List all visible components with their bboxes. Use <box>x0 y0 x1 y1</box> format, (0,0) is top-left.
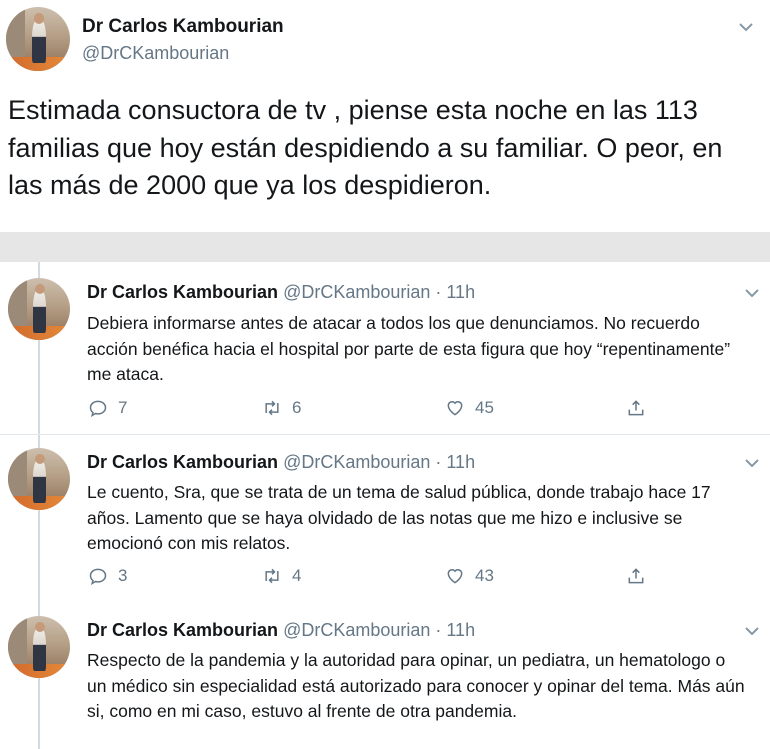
chevron-down-icon[interactable] <box>744 458 760 468</box>
handle-time[interactable]: @DrCKambourian · 11h <box>283 620 475 640</box>
handle-time[interactable]: @DrCKambourian · 11h <box>283 452 475 472</box>
chevron-down-icon[interactable] <box>738 22 754 32</box>
like-count: 45 <box>475 398 494 417</box>
author-handle[interactable]: @DrCKambourian <box>82 43 229 64</box>
reply-thread: Dr Carlos Kambourian @DrCKambourian · 11… <box>0 262 770 749</box>
reply-button[interactable]: 3 <box>88 566 127 586</box>
retweet-button[interactable]: 4 <box>262 566 301 586</box>
tweet-text: Respecto de la pandemia y la autoridad p… <box>87 650 745 721</box>
share-icon <box>628 568 644 584</box>
author-name[interactable]: Dr Carlos Kambourian <box>87 452 278 472</box>
like-button[interactable]: 43 <box>445 566 494 586</box>
reply-count: 7 <box>118 398 128 417</box>
avatar[interactable] <box>6 7 70 71</box>
retweet-icon <box>265 400 279 416</box>
reply-tweet: Dr Carlos Kambourian @DrCKambourian · 11… <box>0 603 770 749</box>
retweet-count: 6 <box>292 398 302 417</box>
retweet-icon <box>265 568 279 584</box>
reply-tweet: Dr Carlos Kambourian @DrCKambourian · 11… <box>0 435 770 603</box>
reply-icon <box>89 400 107 418</box>
heart-icon <box>447 569 463 584</box>
retweet-button[interactable]: 6 <box>262 398 301 418</box>
tweet-text: Debiera informarse antes de atacar a tod… <box>87 313 731 384</box>
reply-tweet: Dr Carlos Kambourian @DrCKambourian · 11… <box>0 262 770 434</box>
author-name[interactable]: Dr Carlos Kambourian <box>87 282 278 302</box>
heart-icon <box>447 401 463 416</box>
reply-icon <box>89 568 107 586</box>
author-name[interactable]: Dr Carlos Kambourian <box>82 16 284 38</box>
share-icon <box>628 400 644 416</box>
main-tweet: Dr Carlos Kambourian @DrCKambourian Esti… <box>0 0 770 232</box>
like-count: 43 <box>475 566 494 585</box>
chevron-down-icon[interactable] <box>744 626 760 636</box>
share-button[interactable] <box>626 566 646 586</box>
reply-button[interactable]: 7 <box>88 398 127 418</box>
retweet-count: 4 <box>292 566 302 585</box>
share-button[interactable] <box>626 398 646 418</box>
chevron-down-icon[interactable] <box>744 288 760 298</box>
separator <box>0 232 770 262</box>
handle-time[interactable]: @DrCKambourian · 11h <box>283 282 475 302</box>
reply-count: 3 <box>118 566 128 585</box>
avatar[interactable] <box>8 448 70 510</box>
tweet-text: Le cuento, Sra, que se trata de un tema … <box>87 482 711 553</box>
avatar[interactable] <box>8 616 70 678</box>
tweet-text: Estimada consuctora de tv , piense esta … <box>8 95 723 200</box>
avatar[interactable] <box>8 278 70 340</box>
like-button[interactable]: 45 <box>445 398 494 418</box>
author-name[interactable]: Dr Carlos Kambourian <box>87 620 278 640</box>
